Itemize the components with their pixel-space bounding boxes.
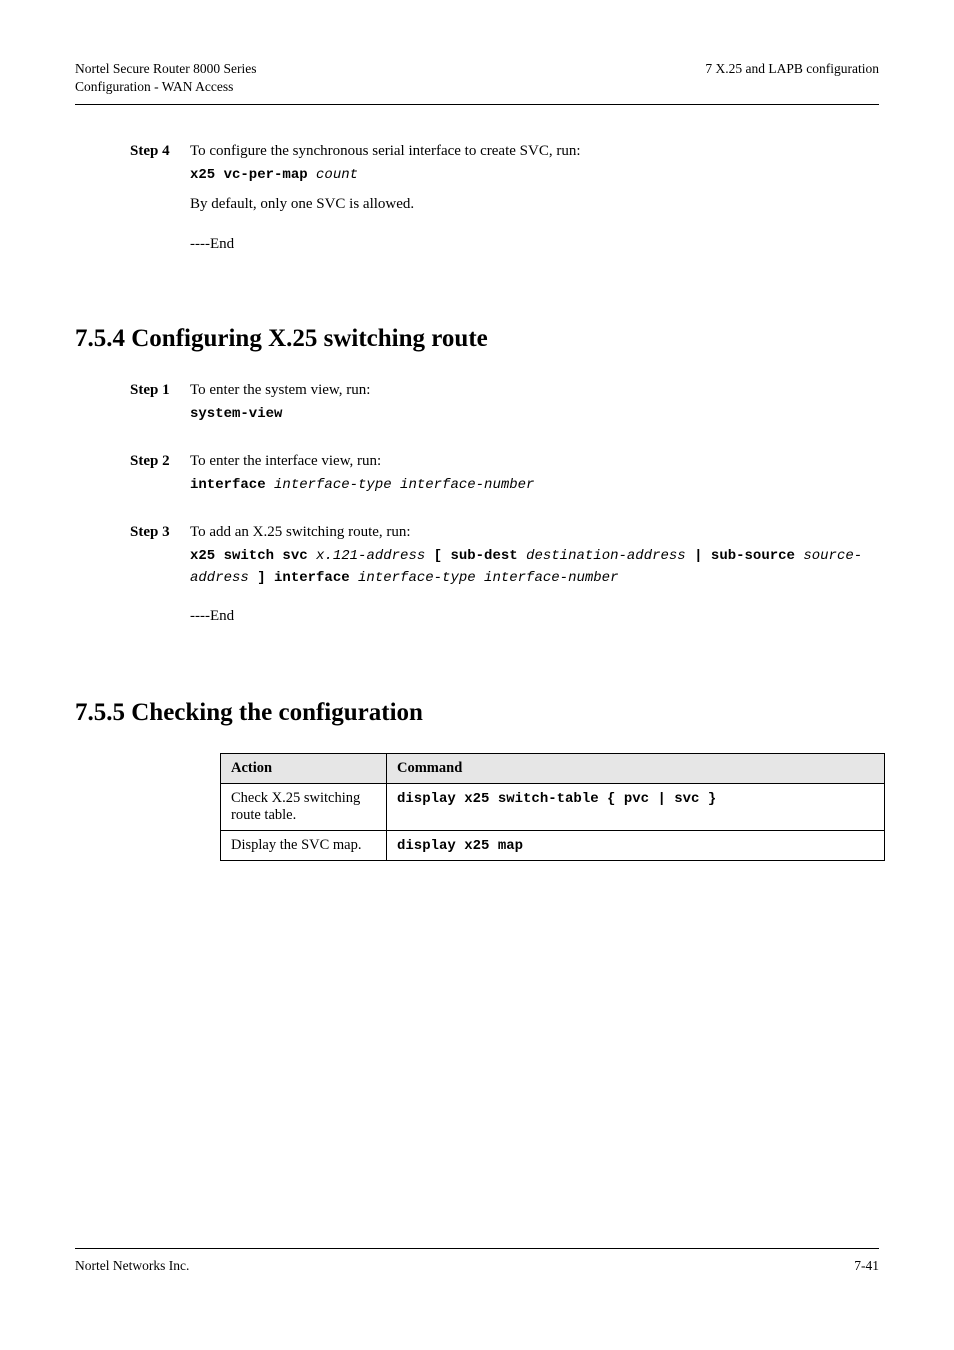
table-cell-command: display x25 switch-table { pvc | svc } <box>387 783 885 830</box>
step-cmd: x25 vc-per-map count <box>190 165 879 187</box>
header-right-line2 <box>557 78 879 96</box>
table-cell-action: Check X.25 switching route table. <box>221 783 387 830</box>
step-note: By default, only one SVC is allowed. <box>190 193 879 216</box>
step-label: Step 1 <box>130 379 190 426</box>
check-config-table: Action Command Check X.25 switching rout… <box>220 753 885 861</box>
step-4-block: Step 4 To configure the synchronous seri… <box>130 140 879 218</box>
header-rule <box>75 104 879 105</box>
step-1-block: Step 1 To enter the system view, run: sy… <box>130 379 879 426</box>
page-header: Nortel Secure Router 8000 Series Configu… <box>75 60 879 95</box>
footer-left: Nortel Networks Inc. <box>75 1258 189 1274</box>
table-cell-action: Display the SVC map. <box>221 830 387 860</box>
table-row: Display the SVC map. display x25 map <box>221 830 885 860</box>
page-footer: Nortel Networks Inc. 7-41 <box>75 1258 879 1274</box>
table-header-action: Action <box>221 753 387 783</box>
cmd-text: display x25 switch-table { pvc | svc } <box>397 791 716 807</box>
step-desc: To enter the system view, run: <box>190 379 879 402</box>
body: Step 4 To configure the synchronous seri… <box>75 140 879 861</box>
heading-7-5-5: 7.5.5 Checking the configuration <box>75 699 879 727</box>
step-label: Step 2 <box>130 450 190 497</box>
step-desc: To configure the synchronous serial inte… <box>190 140 879 163</box>
step-text: To enter the system view, run: system-vi… <box>190 379 879 426</box>
cmd-text: display x25 map <box>397 838 523 854</box>
table-header-command: Command <box>387 753 885 783</box>
step-label: Step 4 <box>130 140 190 218</box>
footer-rule <box>75 1248 879 1249</box>
step-desc: To add an X.25 switching route, run: <box>190 521 879 544</box>
header-left-line2: Configuration - WAN Access <box>75 78 517 96</box>
step-label: Step 3 <box>130 521 190 590</box>
table-row: Check X.25 switching route table. displa… <box>221 783 885 830</box>
end-marker: ----End <box>190 236 879 253</box>
heading-7-5-4: 7.5.4 Configuring X.25 switching route <box>75 325 879 353</box>
step-text: To add an X.25 switching route, run: x25… <box>190 521 879 590</box>
table-cell-command: display x25 map <box>387 830 885 860</box>
step-cmd: x25 switch svc x.121-address [ sub-dest … <box>190 546 879 589</box>
header-right-line1: 7 X.25 and LAPB configuration <box>557 60 879 78</box>
footer-right: 7-41 <box>854 1258 879 1274</box>
step-3-block: Step 3 To add an X.25 switching route, r… <box>130 521 879 590</box>
step-desc: To enter the interface view, run: <box>190 450 879 473</box>
step-2-block: Step 2 To enter the interface view, run:… <box>130 450 879 497</box>
step-cmd: system-view <box>190 404 879 426</box>
step-cmd: interface interface-type interface-numbe… <box>190 475 879 497</box>
step-text: To enter the interface view, run: interf… <box>190 450 879 497</box>
end-marker: ----End <box>190 608 879 625</box>
header-left-line1: Nortel Secure Router 8000 Series <box>75 60 517 78</box>
step-text: To configure the synchronous serial inte… <box>190 140 879 218</box>
